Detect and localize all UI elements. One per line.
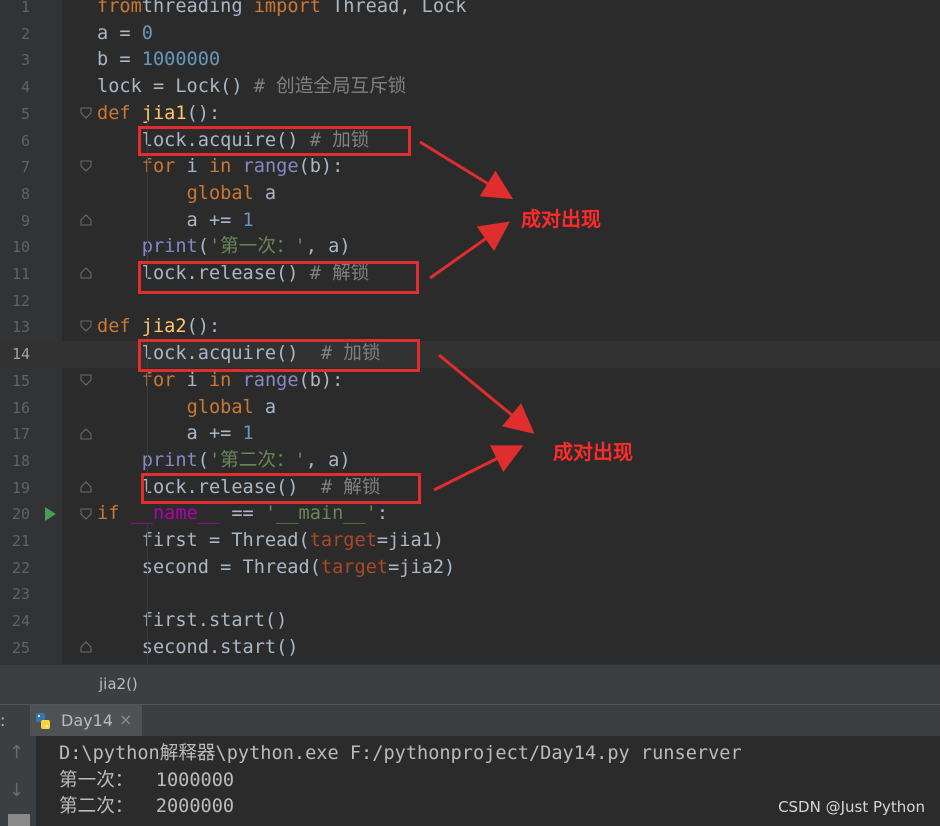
arrow-icon (433, 445, 524, 492)
console-toolbar: ↑ ↓ (0, 736, 36, 826)
annotation-arrows (419, 140, 535, 492)
tab-label: Day14 (61, 711, 113, 730)
breadcrumb[interactable]: jia2() (99, 675, 138, 693)
annotation-label: 成对出现 (521, 207, 601, 231)
watermark: CSDN @Just Python (778, 798, 925, 816)
console-line: D:\python解释器\python.exe F:/pythonproject… (59, 743, 742, 764)
code-editor[interactable]: 1 fromthreading import Thread, Lock 2 a = 0… (0, 0, 940, 664)
panel-title: : (0, 711, 6, 730)
arrow-down-icon[interactable]: ↓ (9, 780, 24, 801)
python-icon (36, 713, 50, 729)
run-tool-window-header: : Day14 × (0, 704, 940, 737)
arrow-icon (438, 353, 535, 434)
tab-day14[interactable]: Day14 × (30, 705, 142, 737)
arrow-icon (419, 140, 514, 200)
arrow-up-icon[interactable]: ↑ (9, 742, 24, 763)
annotation-label: 成对出现 (553, 440, 633, 464)
close-icon[interactable]: × (119, 710, 132, 729)
soft-wrap-icon[interactable] (8, 814, 30, 826)
console-line: 第二次： 2000000 (59, 796, 235, 817)
console-line: 第一次： 1000000 (59, 770, 235, 791)
breadcrumb-bar: jia2() (0, 664, 940, 705)
arrow-icon (429, 221, 510, 280)
